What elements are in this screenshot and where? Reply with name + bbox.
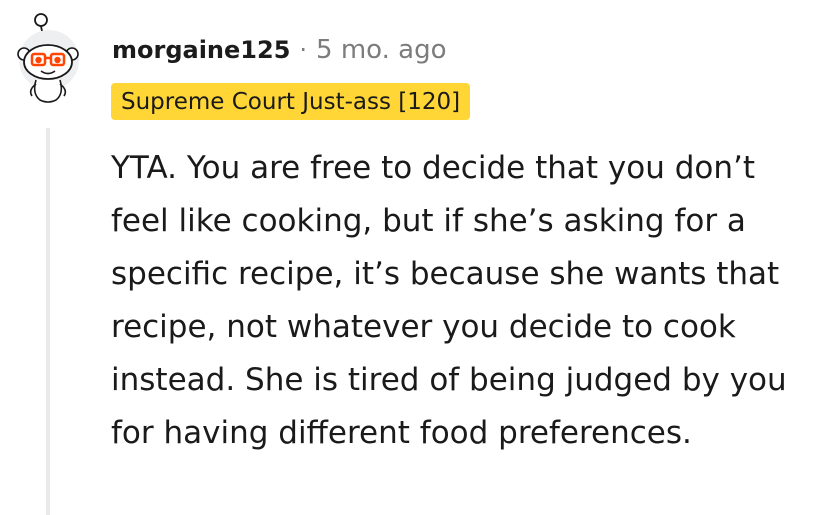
comment-body: YTA. You are free to decide that you don… (111, 150, 787, 451)
user-flair: Supreme Court Just-ass [120] (111, 83, 471, 120)
thread-line[interactable] (46, 128, 50, 515)
snoo-avatar-icon (17, 13, 79, 103)
meta-separator: · (299, 36, 308, 64)
username-link[interactable]: morgaine125 (112, 36, 290, 64)
avatar[interactable] (12, 10, 86, 106)
timestamp[interactable]: 5 mo. ago (316, 35, 446, 65)
comment-header: morgaine125 · 5 mo. ago (112, 30, 447, 70)
